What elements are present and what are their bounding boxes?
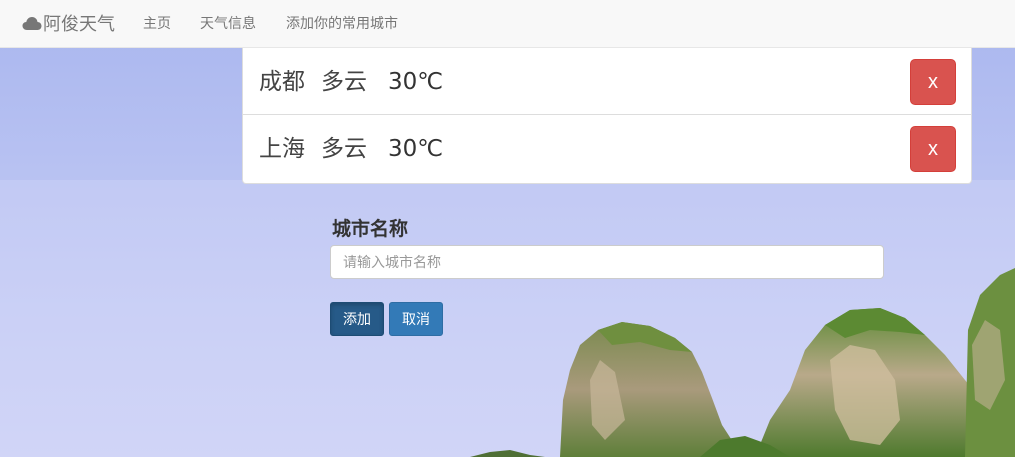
delete-city-button[interactable]: x [910,59,956,105]
add-button[interactable]: 添加 [330,302,384,336]
cloud-icon [22,17,42,30]
nav-home[interactable]: 主页 [143,14,171,32]
delete-city-button[interactable]: x [910,126,956,172]
city-list: 成都 多云 30℃ x 上海 多云 30℃ x [242,48,972,184]
city-name: 成都 [259,69,305,95]
nav-weather-info[interactable]: 天气信息 [200,14,256,32]
city-name-label: 城市名称 [332,218,409,240]
city-temperature: 30℃ [388,136,444,162]
city-weather: 多云 [321,136,367,162]
brand-link[interactable]: 阿俊天气 [22,12,115,34]
city-name-input[interactable] [330,245,884,279]
city-weather: 多云 [321,69,367,95]
cancel-button[interactable]: 取消 [389,302,443,336]
list-item: 成都 多云 30℃ x [243,48,971,115]
city-temperature: 30℃ [388,69,444,95]
list-item: 上海 多云 30℃ x [243,115,971,183]
nav-add-city[interactable]: 添加你的常用城市 [286,14,398,32]
navbar: 阿俊天气 主页 天气信息 添加你的常用城市 [0,0,1015,48]
brand-name: 阿俊天气 [43,14,115,34]
city-name: 上海 [259,136,305,162]
